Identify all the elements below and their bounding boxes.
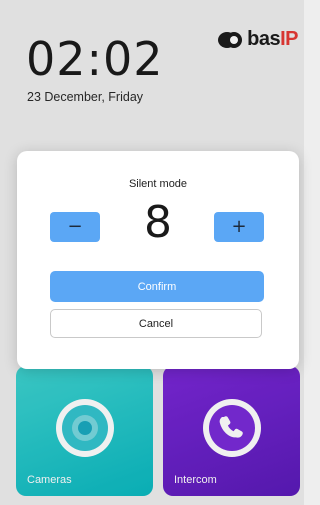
- increment-button[interactable]: +: [214, 212, 264, 242]
- cancel-button[interactable]: Cancel: [50, 309, 262, 338]
- silent-mode-dialog: Silent mode − 8 + Confirm Cancel: [17, 151, 299, 369]
- home-screen: 02:02 23 December, Friday basIP Cameras …: [0, 0, 304, 505]
- confirm-button[interactable]: Confirm: [50, 271, 264, 302]
- dialog-title: Silent mode: [128, 178, 188, 190]
